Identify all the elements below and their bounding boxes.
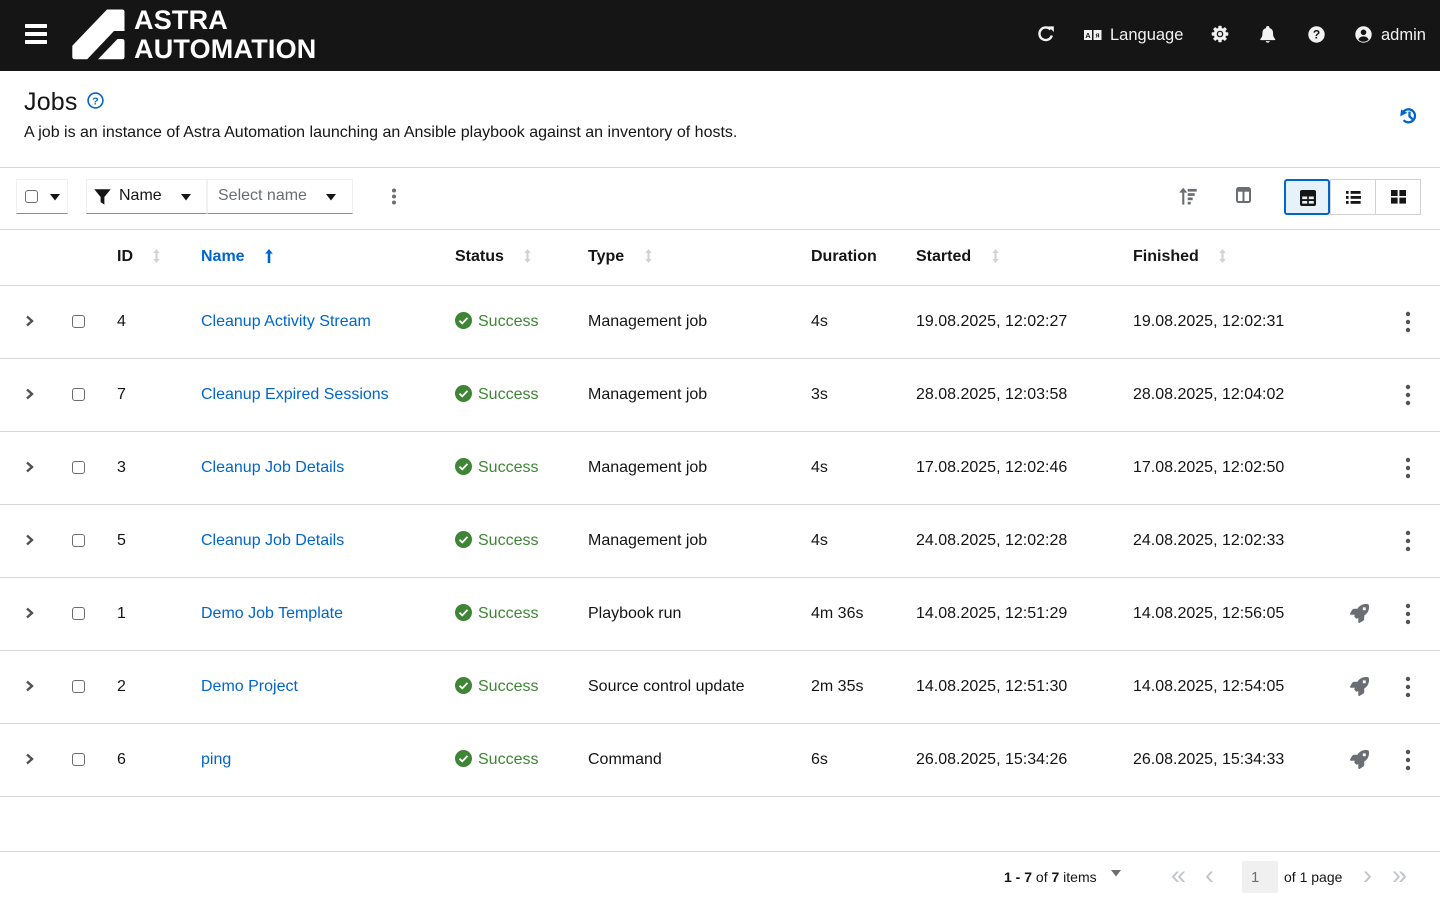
- svg-text:я: я: [1095, 33, 1099, 40]
- svg-text:?: ?: [1313, 28, 1320, 42]
- svg-text:?: ?: [92, 95, 98, 107]
- svg-text:A: A: [1085, 31, 1091, 40]
